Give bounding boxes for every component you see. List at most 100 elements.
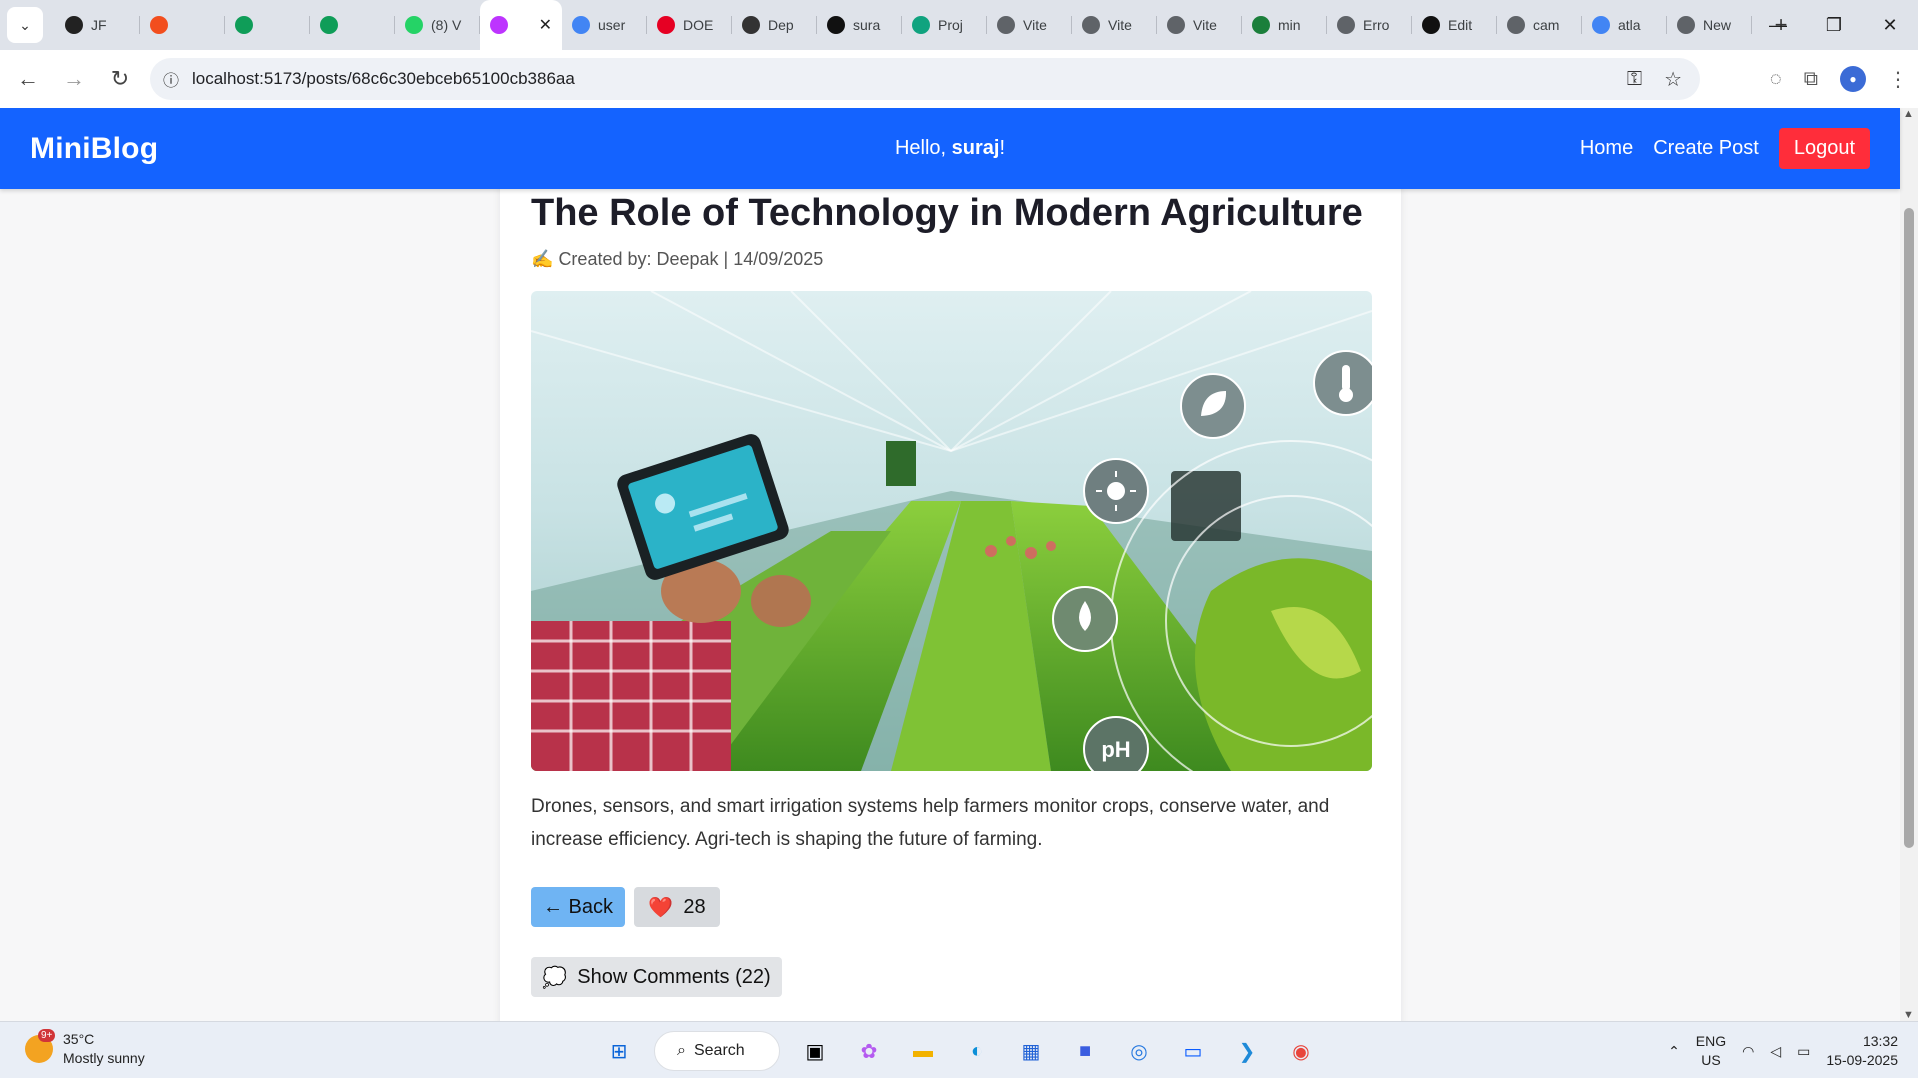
whatsapp-icon bbox=[405, 16, 423, 34]
vscode-icon[interactable]: ❯ bbox=[1228, 1032, 1266, 1070]
scroll-up-icon[interactable]: ▲ bbox=[1903, 108, 1914, 120]
browser-tab[interactable]: atla bbox=[1582, 0, 1667, 50]
language-indicator[interactable]: ENG US bbox=[1696, 1032, 1726, 1070]
scroll-thumb[interactable] bbox=[1904, 208, 1914, 848]
leaf-icon bbox=[1180, 373, 1246, 439]
lens-icon[interactable]: ◌ bbox=[1770, 68, 1782, 91]
taskbar-search-label: Search bbox=[693, 1042, 745, 1059]
clock-time: 13:32 bbox=[1862, 1033, 1898, 1049]
logout-button[interactable]: Logout bbox=[1778, 128, 1870, 169]
close-tab-icon[interactable]: ✕ bbox=[539, 15, 552, 35]
battery-icon[interactable]: ▭ bbox=[1797, 1043, 1810, 1060]
like-button[interactable]: ❤️ 28 bbox=[634, 887, 720, 927]
taskbar-search[interactable]: ⌕ Search bbox=[654, 1031, 780, 1071]
bookmark-star-icon[interactable]: ☆ bbox=[1664, 67, 1682, 92]
browser-tab[interactable]: Vite bbox=[1157, 0, 1242, 50]
browser-tab[interactable]: user bbox=[562, 0, 647, 50]
browser-tab[interactable]: Vite bbox=[987, 0, 1072, 50]
heart-icon: ❤️ bbox=[648, 896, 674, 919]
store-icon[interactable]: ▦ bbox=[1012, 1032, 1050, 1070]
file-explorer-icon[interactable]: ▬ bbox=[904, 1032, 942, 1070]
profile-avatar[interactable]: ● bbox=[1840, 66, 1866, 92]
password-key-icon[interactable]: ⚿ bbox=[1627, 68, 1642, 91]
browser-tab-title: New bbox=[1703, 17, 1732, 33]
chevron-up-icon[interactable]: ⌃ bbox=[1668, 1043, 1680, 1060]
taskbar-apps: ⊞ ⌕ Search ▣ ✿ ▬ ◐ ▦ ■ ◎ ▭ ❯ ◉ bbox=[600, 1030, 1320, 1072]
copilot-icon[interactable]: ✿ bbox=[850, 1032, 888, 1070]
scroll-down-icon[interactable]: ▼ bbox=[1903, 1009, 1914, 1021]
browser-menu-icon[interactable]: ⋮ bbox=[1888, 67, 1908, 92]
browser-tab[interactable] bbox=[310, 0, 395, 50]
browser-tab-title: (8) V bbox=[431, 17, 462, 33]
browser-tab-title: Vite bbox=[1193, 17, 1217, 33]
back-nav-button[interactable]: ← bbox=[10, 61, 46, 97]
browser-tab[interactable]: Edit bbox=[1412, 0, 1497, 50]
forward-nav-button[interactable]: → bbox=[56, 61, 92, 97]
clock[interactable]: 13:32 15-09-2025 bbox=[1826, 1032, 1898, 1070]
browser-tab[interactable]: Proj bbox=[902, 0, 987, 50]
browser-tab-title: atla bbox=[1618, 17, 1641, 33]
system-tray: ⌃ ENG US ◠ ◁ ▭ 13:32 15-09-2025 bbox=[1668, 1030, 1898, 1072]
browser-tab[interactable]: JF bbox=[55, 0, 140, 50]
clock-date: 15-09-2025 bbox=[1826, 1052, 1898, 1068]
app-icon[interactable]: ■ bbox=[1066, 1032, 1104, 1070]
browser-tab[interactable]: Erro bbox=[1327, 0, 1412, 50]
post-meta: ✍️ Created by: Deepak | 14/09/2025 bbox=[531, 249, 823, 270]
volume-icon[interactable]: ◁ bbox=[1770, 1043, 1781, 1060]
browser-tab-title: Proj bbox=[938, 17, 963, 33]
browser-toolbar: ← → ↻ ⓘ localhost:5173/posts/68c6c30ebce… bbox=[0, 50, 1918, 108]
browser-tab[interactable]: Dep bbox=[732, 0, 817, 50]
browser-tab[interactable]: cam bbox=[1497, 0, 1582, 50]
arrow-right-icon: → bbox=[63, 66, 85, 91]
windows-start-icon[interactable]: ⊞ bbox=[600, 1032, 638, 1070]
vite-icon bbox=[490, 16, 508, 34]
show-comments-button[interactable]: 💭 Show Comments (22) bbox=[531, 957, 782, 997]
search-icon: ⌕ bbox=[677, 1042, 686, 1059]
post-image: pH bbox=[531, 291, 1372, 771]
page-scrollbar[interactable]: ▲ ▼ bbox=[1900, 108, 1918, 1021]
browser-tab[interactable] bbox=[225, 0, 310, 50]
show-comments-label: Show Comments (22) bbox=[577, 965, 771, 988]
zoom-icon[interactable]: ▭ bbox=[1174, 1032, 1212, 1070]
chevron-down-icon: ⌄ bbox=[19, 16, 31, 33]
back-button[interactable]: ← Back bbox=[531, 887, 625, 927]
browser-tab[interactable]: min bbox=[1242, 0, 1327, 50]
wifi-icon[interactable]: ◠ bbox=[1742, 1043, 1754, 1060]
browser-tab[interactable] bbox=[140, 0, 225, 50]
minimize-button[interactable]: — bbox=[1750, 0, 1806, 50]
weather-badge: 9+ bbox=[38, 1029, 56, 1042]
tab-search-button[interactable]: ⌄ bbox=[7, 7, 43, 43]
url-text[interactable]: localhost:5173/posts/68c6c30ebceb65100cb… bbox=[192, 69, 575, 89]
browser-tab[interactable]: ✕ bbox=[480, 0, 562, 50]
post-body: Drones, sensors, and smart irrigation sy… bbox=[531, 796, 1330, 850]
sheets-icon bbox=[320, 16, 338, 34]
address-bar[interactable]: ⓘ localhost:5173/posts/68c6c30ebceb65100… bbox=[150, 58, 1700, 100]
browser-tab[interactable]: New bbox=[1667, 0, 1752, 50]
os-taskbar: 9+ 35°C Mostly sunny ⊞ ⌕ Search ▣ ✿ ▬ ◐ ▦… bbox=[0, 1021, 1918, 1078]
browser-tab[interactable]: (8) V bbox=[395, 0, 480, 50]
browser-tab[interactable]: sura bbox=[817, 0, 902, 50]
browser-tab[interactable]: Vite bbox=[1072, 0, 1157, 50]
pinterest-icon bbox=[657, 16, 675, 34]
google-icon bbox=[1592, 16, 1610, 34]
restore-button[interactable]: ❐ bbox=[1806, 0, 1862, 50]
nav-create-post-link[interactable]: Create Post bbox=[1653, 137, 1759, 160]
tab-list: JF (8) V ✕ user DOE Dep sura Proj Vite Vite Vite mi… bbox=[55, 0, 1752, 50]
brand-logo[interactable]: MiniBlog bbox=[30, 132, 158, 166]
browser-tab-title: user bbox=[598, 17, 626, 33]
browser-tab[interactable]: DOE bbox=[647, 0, 732, 50]
weather-widget[interactable]: 9+ 35°C Mostly sunny bbox=[25, 1029, 145, 1068]
chrome-icon[interactable]: ◉ bbox=[1282, 1032, 1320, 1070]
nav-home-link[interactable]: Home bbox=[1580, 137, 1633, 160]
edge-icon[interactable]: ◐ bbox=[958, 1032, 996, 1070]
reload-button[interactable]: ↻ bbox=[102, 61, 138, 97]
site-info-icon[interactable]: ⓘ bbox=[150, 67, 192, 91]
weather-condition: Mostly sunny bbox=[63, 1050, 145, 1066]
github-icon bbox=[827, 16, 845, 34]
chrome-icon bbox=[1677, 16, 1695, 34]
task-view-icon[interactable]: ▣ bbox=[796, 1032, 834, 1070]
globe-icon bbox=[1337, 16, 1355, 34]
close-window-button[interactable]: ✕ bbox=[1862, 0, 1918, 50]
sync-app-icon[interactable]: ◎ bbox=[1120, 1032, 1158, 1070]
extensions-icon[interactable]: ⧉ bbox=[1804, 68, 1818, 91]
